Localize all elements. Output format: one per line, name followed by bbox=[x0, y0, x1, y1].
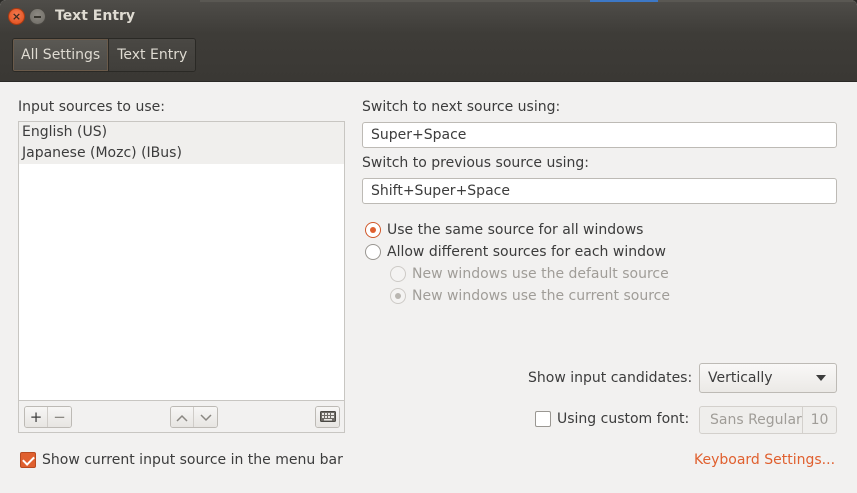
show-menu-bar-label: Show current input source in the menu ba… bbox=[42, 452, 343, 468]
keyboard-settings-link[interactable]: Keyboard Settings... bbox=[694, 452, 835, 468]
font-chooser-button[interactable]: Sans Regular 10 bbox=[699, 406, 837, 434]
list-item[interactable]: English (US) bbox=[19, 122, 344, 143]
default-source-radio[interactable] bbox=[390, 266, 406, 282]
prev-source-label: Switch to previous source using: bbox=[362, 155, 590, 171]
default-source-label: New windows use the default source bbox=[412, 266, 669, 282]
keyboard-icon bbox=[319, 411, 336, 422]
same-source-radio[interactable] bbox=[365, 222, 381, 238]
different-source-label: Allow different sources for each window bbox=[387, 244, 666, 260]
font-name: Sans Regular bbox=[710, 412, 802, 428]
move-down-button[interactable] bbox=[194, 407, 217, 427]
title-bar-accent-strip bbox=[590, 0, 658, 2]
chevron-down-icon bbox=[199, 414, 212, 422]
breadcrumb-all-settings[interactable]: All Settings bbox=[13, 39, 110, 71]
same-source-label: Use the same source for all windows bbox=[387, 222, 644, 238]
font-size: 10 bbox=[802, 407, 836, 433]
list-item[interactable]: Japanese (Mozc) (IBus) bbox=[19, 143, 344, 164]
minimize-icon[interactable] bbox=[29, 8, 46, 25]
window-title: Text Entry bbox=[55, 8, 136, 24]
different-source-radio[interactable] bbox=[365, 244, 381, 260]
reorder-group bbox=[170, 406, 218, 428]
candidates-label: Show input candidates: bbox=[528, 370, 693, 386]
input-sources-heading: Input sources to use: bbox=[18, 99, 165, 115]
custom-font-row: Using custom font: bbox=[535, 411, 689, 427]
keyboard-layout-button[interactable] bbox=[316, 407, 339, 427]
default-source-row: New windows use the default source bbox=[390, 266, 669, 282]
current-source-row: New windows use the current source bbox=[390, 288, 670, 304]
custom-font-checkbox[interactable] bbox=[535, 411, 551, 427]
same-source-row: Use the same source for all windows bbox=[365, 222, 643, 238]
keyboard-layout-group bbox=[315, 406, 340, 428]
move-up-button[interactable] bbox=[171, 407, 194, 427]
add-source-button[interactable]: + bbox=[25, 407, 48, 427]
add-remove-group: + − bbox=[24, 406, 72, 428]
chevron-up-icon bbox=[176, 414, 188, 422]
next-source-shortcut-field[interactable]: Super+Space bbox=[362, 122, 837, 148]
show-menu-bar-row: Show current input source in the menu ba… bbox=[20, 452, 343, 468]
prev-source-shortcut-field[interactable]: Shift+Super+Space bbox=[362, 178, 837, 204]
breadcrumb-text-entry[interactable]: Text Entry bbox=[109, 39, 196, 71]
toolbar: All Settings Text Entry bbox=[0, 34, 857, 82]
current-source-radio[interactable] bbox=[390, 288, 406, 304]
custom-font-label: Using custom font: bbox=[557, 411, 690, 427]
input-sources-list[interactable]: English (US) Japanese (Mozc) (IBus) bbox=[18, 121, 345, 401]
input-sources-toolbar: + − bbox=[18, 401, 345, 433]
title-bar-strip bbox=[200, 0, 857, 2]
dropdown-arrow-icon bbox=[816, 375, 826, 381]
breadcrumb: All Settings Text Entry bbox=[12, 38, 197, 72]
show-menu-bar-checkbox[interactable] bbox=[20, 452, 36, 468]
candidates-value: Vertically bbox=[708, 370, 773, 386]
candidates-dropdown[interactable]: Vertically bbox=[699, 363, 837, 393]
different-source-row: Allow different sources for each window bbox=[365, 244, 666, 260]
remove-source-button[interactable]: − bbox=[48, 407, 71, 427]
close-icon[interactable]: × bbox=[8, 8, 25, 25]
title-bar: × Text Entry bbox=[0, 0, 857, 34]
text-entry-window: × Text Entry All Settings Text Entry Inp… bbox=[0, 0, 857, 493]
current-source-label: New windows use the current source bbox=[412, 288, 670, 304]
next-source-label: Switch to next source using: bbox=[362, 99, 561, 115]
